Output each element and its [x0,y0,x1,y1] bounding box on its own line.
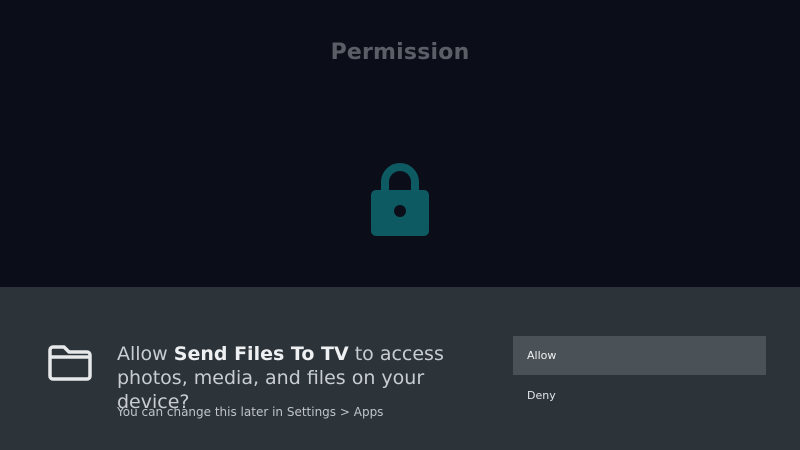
app-name: Send Files To TV [173,343,349,365]
allow-button-label: Allow [527,349,557,362]
allow-button[interactable]: Allow [513,336,766,375]
deny-button-label: Deny [527,389,556,402]
page-title: Permission [330,40,470,65]
permission-prompt: Allow Send Files To TV to access photos,… [117,342,487,414]
permission-screen: Permission Allow Send Files To TV to acc… [0,0,800,450]
folder-icon [47,345,93,381]
lock-icon [371,160,429,236]
prompt-prefix: Allow [117,343,174,365]
deny-button[interactable]: Deny [513,376,766,415]
settings-hint: You can change this later in Settings > … [117,405,384,419]
